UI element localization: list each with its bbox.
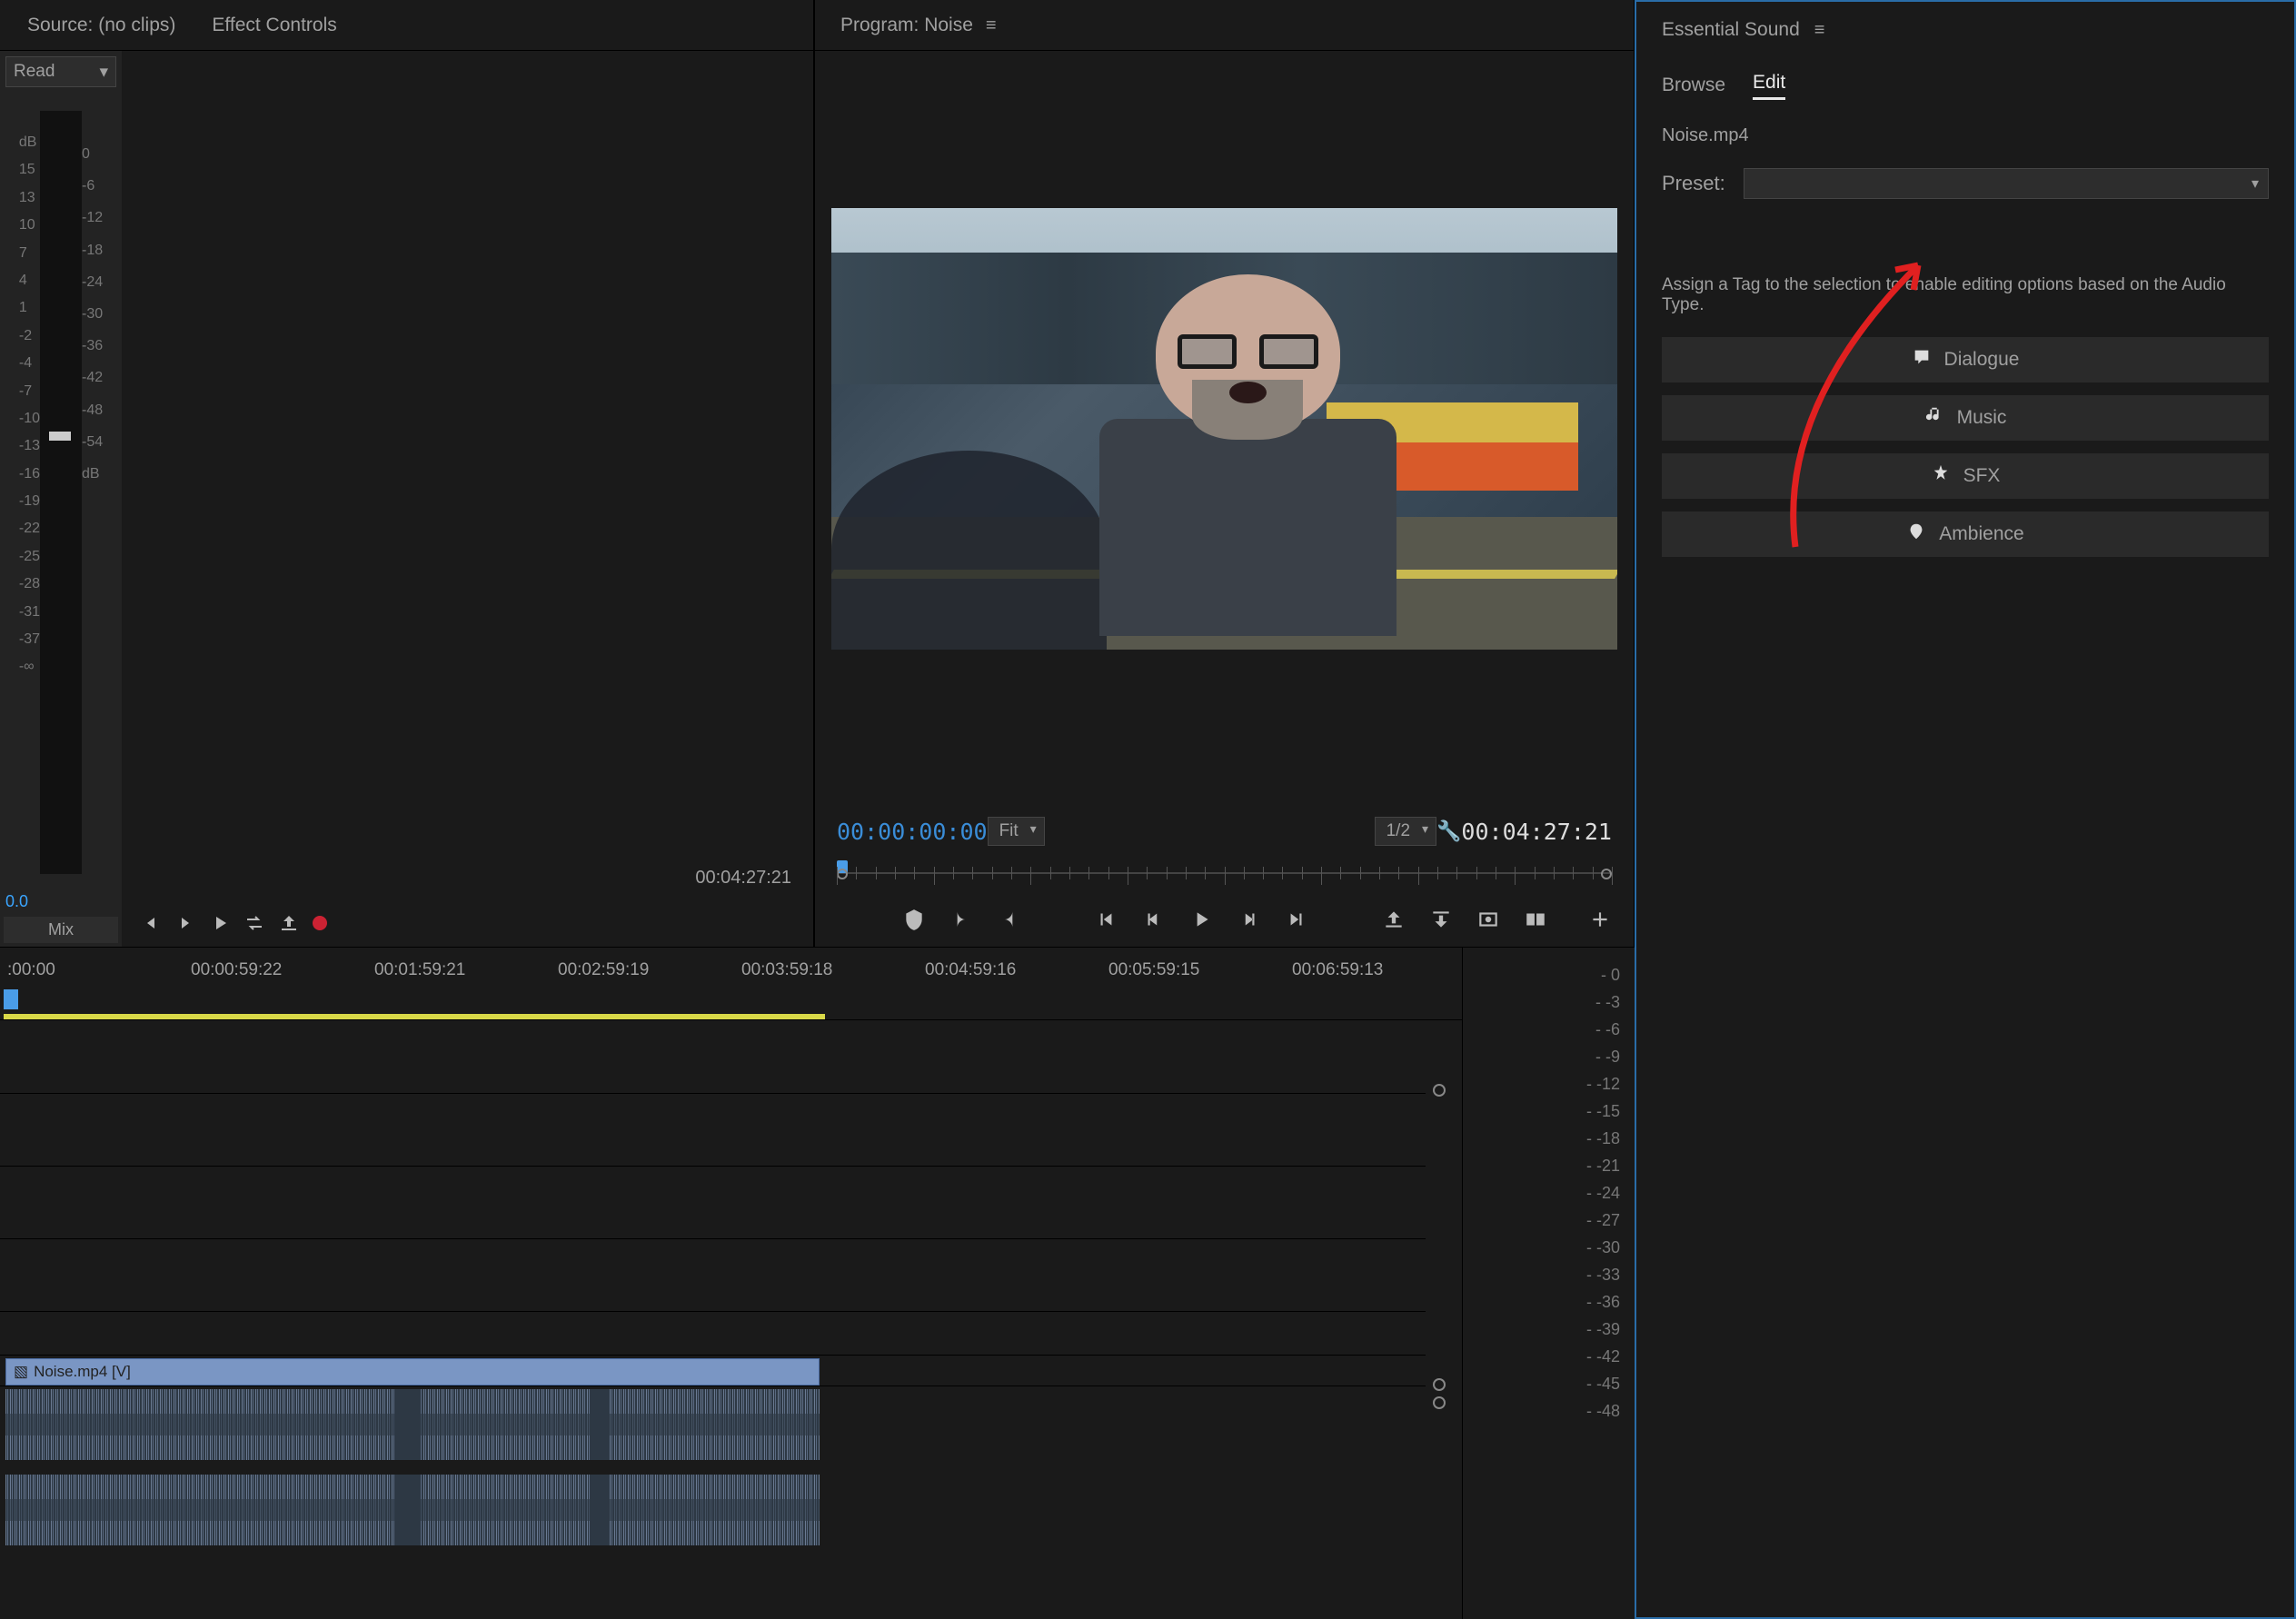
go-to-out-icon[interactable] bbox=[1284, 908, 1307, 931]
tag-ambience-button[interactable]: Ambience bbox=[1662, 512, 2269, 557]
db-scale-left: dB151310741-2-4-7-10-13-16-19-22-25-28-3… bbox=[19, 111, 40, 874]
play-icon[interactable] bbox=[209, 912, 231, 934]
go-to-out-icon[interactable] bbox=[174, 912, 196, 934]
program-tab[interactable]: Program: Noise bbox=[840, 15, 973, 36]
in-marker[interactable] bbox=[837, 869, 848, 879]
go-to-in-icon[interactable] bbox=[140, 912, 162, 934]
mix-label: Mix bbox=[4, 917, 118, 943]
preset-label: Preset: bbox=[1662, 172, 1725, 195]
essential-sound-panel: Essential Sound Browse Edit Noise.mp4 Pr… bbox=[1635, 0, 2296, 1619]
program-panel: Program: Noise 00:00:00:00 Fit bbox=[814, 0, 1635, 947]
tab-edit[interactable]: Edit bbox=[1753, 72, 1785, 100]
dialogue-icon bbox=[1912, 347, 1932, 372]
ambience-icon bbox=[1906, 521, 1926, 547]
audio-meters: - 0- -3- -6- -9- -12- -15- -18- -21- -24… bbox=[1462, 948, 1635, 1619]
ruler-label: 00:04:59:16 bbox=[925, 960, 1016, 980]
sfx-icon bbox=[1931, 463, 1951, 489]
video-clip[interactable]: ▧Noise.mp4 [V] bbox=[5, 1358, 820, 1386]
mark-in-icon[interactable] bbox=[949, 908, 973, 931]
source-panel: Source: (no clips) Effect Controls Read▾… bbox=[0, 0, 814, 947]
ruler-label: 00:06:59:13 bbox=[1292, 960, 1383, 980]
effect-controls-tab[interactable]: Effect Controls bbox=[212, 15, 336, 36]
panel-title: Essential Sound bbox=[1662, 19, 1800, 41]
tag-label: Music bbox=[1957, 407, 2007, 429]
panel-menu-icon[interactable] bbox=[1814, 19, 1825, 41]
mark-out-icon[interactable] bbox=[997, 908, 1020, 931]
keyframe-icon[interactable] bbox=[1433, 1084, 1446, 1097]
comparison-icon[interactable] bbox=[1524, 908, 1547, 931]
tag-label: Dialogue bbox=[1944, 349, 2020, 371]
fader-value: 0.0 bbox=[0, 892, 122, 913]
zoom-select[interactable]: Fit bbox=[988, 817, 1045, 846]
automation-mode-select[interactable]: Read▾ bbox=[5, 56, 116, 87]
vu-meter[interactable] bbox=[40, 111, 82, 874]
duration-timecode: 00:04:27:21 bbox=[1461, 819, 1612, 845]
audio-clip-right[interactable] bbox=[5, 1475, 820, 1545]
timeline-panel: :00:00 00:00:59:22 00:01:59:21 00:02:59:19 0… bbox=[0, 947, 1635, 1619]
out-marker[interactable] bbox=[1601, 869, 1612, 879]
keyframe-icon[interactable] bbox=[1433, 1378, 1446, 1391]
resolution-select[interactable]: 1/2 bbox=[1375, 817, 1436, 846]
ruler-label: 00:00:59:22 bbox=[191, 960, 282, 980]
preset-select[interactable] bbox=[1744, 168, 2269, 199]
ruler-label: 00:03:59:18 bbox=[741, 960, 832, 980]
insert-icon[interactable] bbox=[278, 912, 300, 934]
tag-label: SFX bbox=[1963, 465, 2001, 487]
settings-icon[interactable]: 🔧 bbox=[1436, 819, 1461, 843]
tag-dialogue-button[interactable]: Dialogue bbox=[1662, 337, 2269, 382]
ruler-label: 00:05:59:15 bbox=[1108, 960, 1199, 980]
timeline-playhead[interactable] bbox=[4, 989, 18, 1009]
playhead-timecode[interactable]: 00:00:00:00 bbox=[837, 819, 988, 845]
ruler-label: :00:00 bbox=[7, 960, 55, 980]
tag-music-button[interactable]: Music bbox=[1662, 395, 2269, 441]
work-area-bar[interactable] bbox=[4, 1014, 825, 1019]
hint-text: Assign a Tag to the selection to enable … bbox=[1636, 221, 2294, 337]
db-scale-right: 0-6-12-18-24-30-36-42-48-54dB bbox=[82, 111, 103, 874]
source-tab[interactable]: Source: (no clips) bbox=[27, 15, 175, 36]
program-monitor[interactable] bbox=[815, 51, 1634, 807]
scrubber[interactable] bbox=[837, 856, 1612, 892]
panel-menu-icon[interactable] bbox=[986, 15, 997, 36]
export-frame-icon[interactable] bbox=[1476, 908, 1500, 931]
source-timecode: 00:04:27:21 bbox=[122, 868, 813, 899]
ruler-label: 00:02:59:19 bbox=[558, 960, 649, 980]
video-frame bbox=[831, 208, 1617, 650]
marker-icon[interactable] bbox=[902, 908, 926, 931]
music-icon bbox=[1924, 405, 1944, 431]
play-icon[interactable] bbox=[1189, 908, 1213, 931]
tag-sfx-button[interactable]: SFX bbox=[1662, 453, 2269, 499]
lift-icon[interactable] bbox=[1382, 908, 1406, 931]
tab-browse[interactable]: Browse bbox=[1662, 74, 1725, 96]
step-back-icon[interactable] bbox=[1142, 908, 1166, 931]
fader-handle[interactable] bbox=[49, 432, 71, 441]
go-to-in-icon[interactable] bbox=[1095, 908, 1118, 931]
time-ruler[interactable]: :00:00 00:00:59:22 00:01:59:21 00:02:59:19 0… bbox=[0, 948, 1462, 1020]
step-forward-icon[interactable] bbox=[1237, 908, 1260, 931]
audio-clip-left[interactable] bbox=[5, 1389, 820, 1460]
extract-icon[interactable] bbox=[1429, 908, 1453, 931]
record-icon[interactable] bbox=[313, 916, 327, 930]
loop-icon[interactable] bbox=[244, 912, 265, 934]
add-button-icon[interactable] bbox=[1588, 908, 1612, 931]
ruler-label: 00:01:59:21 bbox=[374, 960, 465, 980]
selected-clip-name: Noise.mp4 bbox=[1636, 113, 2294, 159]
tracks-area[interactable]: ▧Noise.mp4 [V] bbox=[0, 1020, 1462, 1619]
tag-label: Ambience bbox=[1939, 523, 2023, 545]
keyframe-icon[interactable] bbox=[1433, 1396, 1446, 1409]
